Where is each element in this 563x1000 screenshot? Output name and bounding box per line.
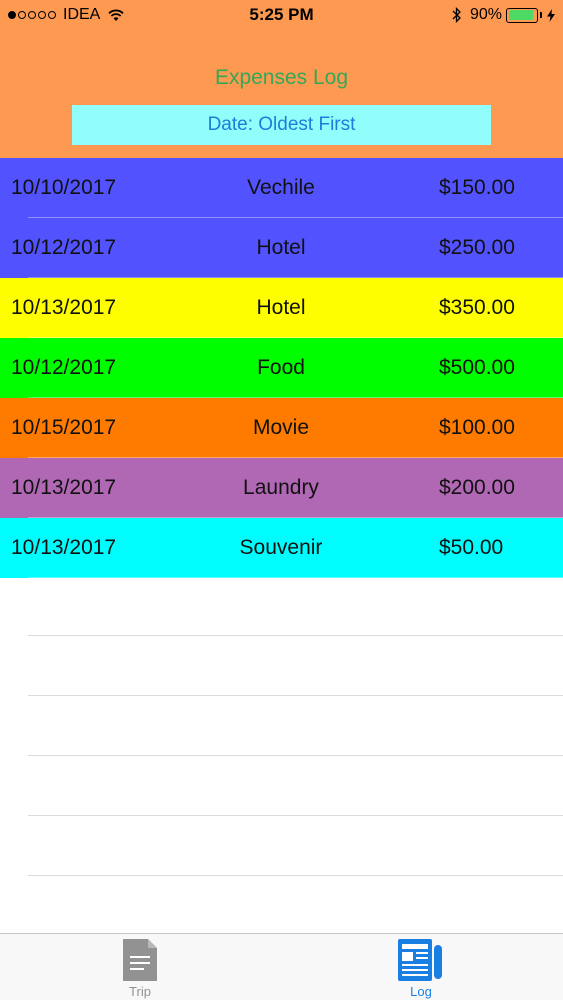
expense-category: Vechile [247, 176, 315, 199]
battery-level [508, 10, 533, 20]
expense-date: 10/13/2017 [11, 476, 117, 499]
row-separator [28, 755, 563, 756]
expense-amount: $150.00 [439, 176, 515, 199]
expense-date: 10/13/2017 [11, 296, 117, 319]
expense-amount: $250.00 [439, 236, 515, 259]
expense-date: 10/10/2017 [11, 176, 117, 199]
expense-amount: $100.00 [439, 416, 515, 439]
charging-icon [547, 8, 555, 22]
header: IDEA 5:25 PM 90% Expenses Log Date: Olde… [0, 0, 563, 158]
expense-category: Food [257, 356, 305, 379]
expense-date: 10/13/2017 [11, 536, 117, 559]
status-bar: IDEA 5:25 PM 90% [0, 0, 563, 30]
expense-amount: $350.00 [439, 296, 515, 319]
battery-percent: 90% [469, 6, 502, 23]
expense-category: Laundry [243, 476, 319, 499]
expense-list: 10/10/2017 Vechile $150.00 10/12/2017 Hotel $… [0, 158, 563, 578]
expense-amount: $200.00 [439, 476, 515, 499]
document-icon [123, 939, 157, 981]
tab-trip[interactable]: Trip [100, 934, 180, 1000]
expense-category: Hotel [256, 296, 306, 319]
sort-button[interactable]: Date: Oldest First [72, 105, 491, 145]
table-row[interactable]: 10/12/2017 Hotel $250.00 [0, 218, 563, 278]
expense-amount: $50.00 [439, 536, 504, 559]
row-separator [28, 875, 563, 876]
expense-amount: $500.00 [439, 356, 515, 379]
table-row[interactable]: 10/13/2017 Laundry $200.00 [0, 458, 563, 518]
expense-category: Souvenir [239, 536, 323, 559]
page-title: Expenses Log [214, 66, 349, 89]
tab-label: Log [410, 984, 432, 999]
row-separator [28, 695, 563, 696]
table-row[interactable]: 10/12/2017 Food $500.00 [0, 338, 563, 398]
expense-date: 10/12/2017 [11, 356, 117, 379]
table-row[interactable]: 10/13/2017 Souvenir $50.00 [0, 518, 563, 578]
battery-icon [506, 7, 538, 23]
row-separator [28, 815, 563, 816]
tab-bar: Trip Log [0, 933, 563, 1000]
expense-date: 10/15/2017 [11, 416, 117, 439]
tab-label: Trip [129, 984, 151, 999]
table-row[interactable]: 10/15/2017 Movie $100.00 [0, 398, 563, 458]
table-row[interactable]: 10/10/2017 Vechile $150.00 [0, 158, 563, 218]
newspaper-icon [398, 939, 442, 981]
tab-log[interactable]: Log [381, 934, 461, 1000]
status-right: 90% [452, 6, 555, 24]
expense-category: Hotel [256, 236, 306, 259]
row-separator [28, 635, 563, 636]
empty-table-area [0, 576, 563, 934]
battery-cap [540, 12, 542, 18]
expense-date: 10/12/2017 [11, 236, 117, 259]
expense-category: Movie [252, 416, 310, 439]
bluetooth-icon [452, 7, 461, 23]
table-row[interactable]: 10/13/2017 Hotel $350.00 [0, 278, 563, 338]
